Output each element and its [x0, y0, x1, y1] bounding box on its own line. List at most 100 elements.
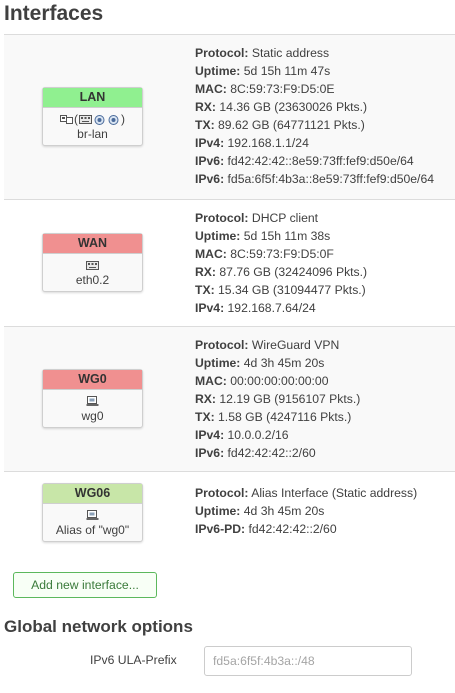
- detail-label: Uptime:: [195, 356, 241, 370]
- detail-line: Protocol: Static address: [195, 44, 434, 62]
- detail-line: MAC: 8C:59:73:F9:D5:0F: [195, 245, 367, 263]
- detail-label: RX:: [195, 392, 216, 406]
- detail-line: Protocol: DHCP client: [195, 209, 367, 227]
- detail-value: 12.19 GB (9156107 Pkts.): [219, 392, 361, 406]
- interface-name: WG06: [43, 484, 142, 504]
- detail-label: IPv6-PD:: [195, 522, 246, 536]
- detail-line: IPv4: 192.168.1.1/24: [195, 134, 434, 152]
- interface-badge[interactable]: WG0 wg0: [42, 369, 143, 428]
- detail-value: 87.76 GB (32424096 Pkts.): [219, 265, 368, 279]
- detail-label: TX:: [195, 410, 215, 424]
- detail-value: WireGuard VPN: [251, 338, 340, 352]
- detail-label: Protocol:: [195, 211, 249, 225]
- ethernet-port-icon: [79, 114, 92, 125]
- detail-value: 5d 15h 11m 38s: [243, 229, 331, 243]
- detail-value: 4d 3h 45m 20s: [243, 504, 325, 518]
- device-icons: [45, 507, 140, 523]
- detail-value: 14.36 GB (23630026 Pkts.): [219, 100, 368, 114]
- detail-line: RX: 14.36 GB (23630026 Pkts.): [195, 98, 434, 116]
- detail-line: Uptime: 5d 15h 11m 38s: [195, 227, 367, 245]
- detail-label: TX:: [195, 283, 215, 297]
- detail-value: 8C:59:73:F9:D5:0F: [230, 247, 334, 261]
- device-name: Alias of "wg0": [55, 523, 130, 537]
- interface-name: LAN: [43, 88, 142, 108]
- detail-label: IPv4:: [195, 301, 225, 315]
- detail-label: IPv4:: [195, 428, 225, 442]
- interface-row-wan: WAN eth0.2 Protocol: DHCP client Uptime: 5d…: [4, 199, 455, 326]
- ula-prefix-label: IPv6 ULA-Prefix: [90, 653, 177, 667]
- interface-name: WG0: [43, 370, 142, 390]
- detail-label: Protocol:: [195, 46, 249, 60]
- detail-line: IPv6: fd42:42:42::8e59:73ff:fef9:d50e/64: [195, 152, 434, 170]
- detail-label: IPv6:: [195, 154, 225, 168]
- detail-label: IPv6:: [195, 172, 225, 186]
- detail-label: Uptime:: [195, 64, 241, 78]
- detail-value: Static address: [251, 46, 330, 60]
- detail-line: Protocol: WireGuard VPN: [195, 336, 360, 354]
- detail-label: IPv6:: [195, 446, 225, 460]
- interfaces-table: LAN() br-lan Protocol: Static address Uptim…: [4, 34, 455, 554]
- detail-value: 1.58 GB (4247116 Pkts.): [218, 410, 352, 424]
- detail-value: 89.62 GB (64771121 Pkts.): [218, 118, 365, 132]
- interface-badge[interactable]: LAN() br-lan: [42, 87, 143, 146]
- detail-value: DHCP client: [251, 211, 319, 225]
- paren-close: ): [121, 112, 125, 126]
- detail-value: fd42:42:42::8e59:73ff:fef9:d50e/64: [227, 154, 414, 168]
- detail-label: MAC:: [195, 374, 227, 388]
- detail-value: 192.168.7.64/24: [227, 301, 316, 315]
- interface-name: WAN: [43, 234, 142, 254]
- detail-label: Protocol:: [195, 486, 249, 500]
- paren-open: (: [74, 112, 78, 126]
- detail-value: 10.0.0.2/16: [227, 428, 289, 442]
- detail-line: TX: 1.58 GB (4247116 Pkts.): [195, 408, 360, 426]
- detail-line: IPv6-PD: fd42:42:42::2/60: [195, 520, 417, 538]
- interface-device: Alias of "wg0": [43, 504, 142, 541]
- device-icons: [45, 257, 140, 273]
- detail-label: MAC:: [195, 82, 227, 96]
- global-options-title: Global network options: [4, 617, 193, 636]
- interface-badge[interactable]: WG06 Alias of "wg0": [42, 483, 143, 542]
- detail-value: 192.168.1.1/24: [227, 136, 309, 150]
- detail-line: IPv6: fd42:42:42::2/60: [195, 444, 360, 462]
- ethernet-port-icon: [86, 260, 99, 271]
- tunnel-icon: [86, 395, 99, 407]
- bridge-icon: [60, 114, 73, 125]
- detail-line: MAC: 00:00:00:00:00:00: [195, 372, 360, 390]
- wifi-icon: [93, 114, 106, 125]
- detail-line: Uptime: 4d 3h 45m 20s: [195, 502, 417, 520]
- detail-value: fd42:42:42::2/60: [227, 446, 316, 460]
- interface-details: Protocol: Static address Uptime: 5d 15h 1…: [195, 44, 434, 188]
- detail-label: RX:: [195, 265, 216, 279]
- device-name: eth0.2: [75, 273, 110, 287]
- detail-value: 8C:59:73:F9:D5:0E: [230, 82, 335, 96]
- detail-value: fd42:42:42::2/60: [248, 522, 337, 536]
- detail-line: TX: 89.62 GB (64771121 Pkts.): [195, 116, 434, 134]
- ula-prefix-input[interactable]: [204, 646, 412, 676]
- detail-line: IPv4: 192.168.7.64/24: [195, 299, 367, 317]
- interface-row-wg06: WG06 Alias of "wg0" Protocol: Alias Interf…: [4, 471, 455, 554]
- detail-label: TX:: [195, 118, 215, 132]
- detail-line: Uptime: 5d 15h 11m 47s: [195, 62, 434, 80]
- detail-value: fd5a:6f5f:4b3a::8e59:73ff:fef9:d50e/64: [227, 172, 434, 186]
- detail-value: 4d 3h 45m 20s: [243, 356, 325, 370]
- interface-row-wg0: WG0 wg0 Protocol: WireGuard VPN Uptime: 4d …: [4, 326, 455, 471]
- detail-label: MAC:: [195, 247, 227, 261]
- detail-line: MAC: 8C:59:73:F9:D5:0E: [195, 80, 434, 98]
- interface-badge[interactable]: WAN eth0.2: [42, 233, 143, 292]
- add-interface-button[interactable]: Add new interface...: [13, 572, 157, 598]
- interface-device: () br-lan: [43, 108, 142, 145]
- device-icons: [45, 393, 140, 409]
- page-title: Interfaces: [4, 2, 104, 25]
- interface-details: Protocol: Alias Interface (Static addres…: [195, 484, 417, 538]
- detail-line: TX: 15.34 GB (31094477 Pkts.): [195, 281, 367, 299]
- detail-line: IPv6: fd5a:6f5f:4b3a::8e59:73ff:fef9:d50…: [195, 170, 434, 188]
- detail-label: Protocol:: [195, 338, 249, 352]
- device-icons: (): [45, 111, 140, 127]
- detail-line: Uptime: 4d 3h 45m 20s: [195, 354, 360, 372]
- wifi-icon: [107, 114, 120, 125]
- detail-label: Uptime:: [195, 504, 241, 518]
- detail-label: Uptime:: [195, 229, 241, 243]
- detail-line: Protocol: Alias Interface (Static addres…: [195, 484, 417, 502]
- detail-line: RX: 12.19 GB (9156107 Pkts.): [195, 390, 360, 408]
- interface-device: wg0: [43, 390, 142, 427]
